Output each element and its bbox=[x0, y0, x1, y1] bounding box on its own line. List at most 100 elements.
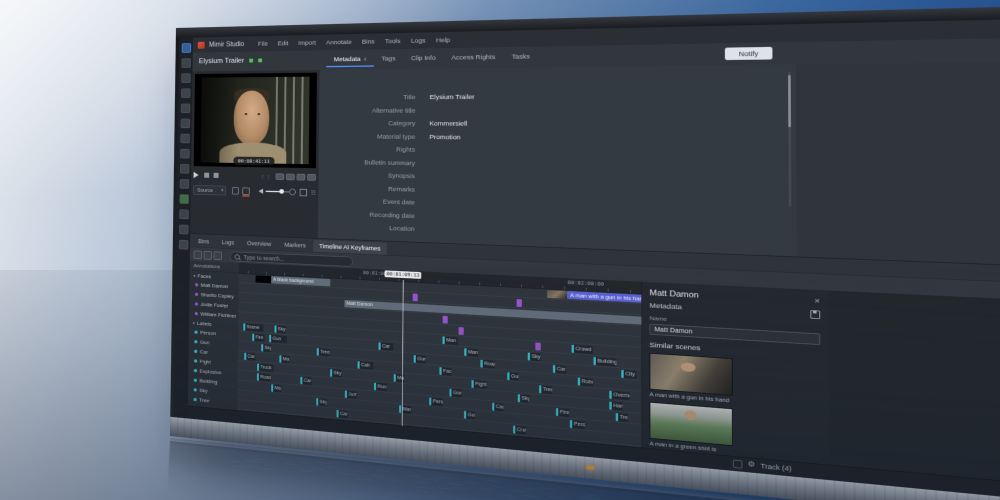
dock-app-icon[interactable] bbox=[181, 43, 190, 53]
dock-app-icon[interactable] bbox=[180, 134, 189, 144]
dock-app-icon[interactable] bbox=[179, 194, 188, 204]
dock-app-icon[interactable] bbox=[181, 104, 190, 113]
save-icon[interactable] bbox=[810, 310, 820, 319]
timeline-clip[interactable]: Sky bbox=[518, 394, 529, 403]
goto-out-button[interactable] bbox=[307, 174, 316, 181]
tab-tasks[interactable]: Tasks bbox=[503, 49, 538, 65]
timeline-tab-logs[interactable]: Logs bbox=[216, 236, 240, 249]
field-value[interactable]: Elysium Trailer bbox=[430, 93, 475, 101]
timeline-clip[interactable]: Person bbox=[570, 420, 585, 429]
timeline-clip[interactable]: Tree bbox=[317, 348, 330, 356]
timeline-clip[interactable]: Man bbox=[464, 348, 478, 357]
timeline-clip[interactable]: Overhead bbox=[609, 391, 629, 401]
scene-thumbnail[interactable] bbox=[650, 402, 733, 446]
timeline-clip[interactable]: Car bbox=[300, 377, 311, 385]
timeline-clip[interactable]: Matt Damon bbox=[344, 300, 641, 325]
scene-thumbnail[interactable] bbox=[650, 353, 733, 396]
timeline-clip[interactable]: Car bbox=[553, 365, 566, 374]
field-value[interactable]: Kommersiell bbox=[429, 120, 467, 128]
notify-button[interactable]: Notify bbox=[725, 47, 773, 60]
more-options-icon[interactable]: ⋮⋮ bbox=[260, 173, 272, 179]
volume-knob[interactable] bbox=[279, 189, 284, 194]
play-button[interactable] bbox=[194, 172, 199, 178]
timeline-clip[interactable]: Run bbox=[374, 383, 387, 392]
timeline-clip[interactable]: Sky bbox=[261, 344, 271, 352]
tab-metadata[interactable]: Metadata4 bbox=[326, 52, 374, 67]
tag-icon[interactable] bbox=[204, 251, 212, 260]
timeline-clip[interactable]: Tree bbox=[616, 413, 628, 422]
timeline-clip[interactable]: Car bbox=[336, 410, 348, 418]
timeline-clip[interactable]: Sky bbox=[316, 398, 326, 406]
fullscreen-button[interactable] bbox=[300, 189, 307, 196]
video-preview[interactable]: 00:00:41:11 bbox=[194, 73, 317, 169]
timeline-clip[interactable]: Gun bbox=[269, 335, 287, 343]
similar-scene[interactable]: A man with a gun in his hand bbox=[650, 353, 732, 404]
prev-frame-button[interactable] bbox=[204, 173, 209, 178]
menu-import[interactable]: Import bbox=[298, 39, 316, 47]
timeline-clip[interactable]: Gun bbox=[464, 411, 475, 420]
timeline-clip[interactable]: Scene bbox=[243, 323, 263, 332]
settings-icon[interactable] bbox=[214, 251, 222, 260]
timeline-clip[interactable] bbox=[535, 342, 540, 350]
tab-tags[interactable]: Tags bbox=[374, 52, 403, 67]
dock-app-icon[interactable] bbox=[179, 209, 188, 219]
dock-app-icon[interactable] bbox=[181, 73, 190, 83]
timeline-clip[interactable]: Tree bbox=[539, 385, 552, 394]
timeline-clip[interactable] bbox=[547, 290, 567, 299]
layout-button[interactable]: ☷ bbox=[311, 189, 316, 195]
dock-app-icon[interactable] bbox=[180, 119, 189, 128]
playhead-timecode[interactable]: 00:01:09:13 bbox=[385, 270, 422, 279]
next-frame-button[interactable] bbox=[213, 173, 218, 178]
timeline-clip[interactable]: Man bbox=[442, 336, 457, 345]
timeline-clip[interactable]: A black background bbox=[271, 276, 330, 286]
timeline-clip[interactable]: Car bbox=[492, 403, 503, 412]
tab-clip-info[interactable]: Clip Info bbox=[403, 51, 443, 66]
loop-button[interactable] bbox=[289, 189, 296, 196]
menu-file[interactable]: File bbox=[258, 40, 268, 47]
timeline-clip[interactable] bbox=[413, 293, 418, 301]
timeline-clip[interactable] bbox=[443, 316, 448, 324]
mark-in-button[interactable] bbox=[276, 173, 285, 180]
timeline-clip[interactable]: Road bbox=[480, 360, 494, 369]
timeline-clip[interactable]: Road bbox=[257, 373, 271, 381]
menu-edit[interactable]: Edit bbox=[278, 40, 289, 47]
dock-app-icon[interactable] bbox=[179, 179, 188, 189]
field-value[interactable]: Promotion bbox=[429, 133, 460, 141]
timeline-clip[interactable]: Gun bbox=[449, 389, 461, 398]
marker-button[interactable] bbox=[232, 187, 239, 194]
timeline-clip[interactable]: City bbox=[621, 370, 636, 379]
timeline-clip[interactable]: Man bbox=[279, 355, 289, 363]
goto-in-button[interactable] bbox=[297, 174, 306, 181]
timeline-clip[interactable]: Jump bbox=[345, 390, 357, 398]
dock-app-icon[interactable] bbox=[180, 164, 189, 174]
menu-annotate[interactable]: Annotate bbox=[326, 38, 352, 46]
timeline-clip[interactable]: Person bbox=[429, 397, 443, 406]
timeline-clip[interactable] bbox=[256, 275, 272, 283]
gear-icon[interactable]: ⚙ bbox=[747, 460, 755, 470]
volume-slider[interactable] bbox=[266, 191, 290, 193]
timeline-clip[interactable]: A man with a gun in his hand bbox=[567, 291, 641, 303]
mark-out-button[interactable] bbox=[286, 174, 295, 181]
timeline-clip[interactable]: Car bbox=[378, 342, 393, 350]
dock-app-icon[interactable] bbox=[181, 88, 190, 97]
dock-app-icon[interactable] bbox=[181, 58, 190, 68]
record-button[interactable] bbox=[243, 187, 250, 194]
source-dropdown[interactable]: Source▾ bbox=[193, 185, 226, 195]
timeline-clip[interactable]: Sky bbox=[274, 325, 285, 333]
filter-icon[interactable] bbox=[194, 251, 202, 260]
timeline-clip[interactable]: Fire bbox=[252, 334, 264, 342]
timeline-tab-bins[interactable]: Bins bbox=[193, 235, 215, 247]
menu-tools[interactable]: Tools bbox=[385, 37, 400, 45]
menu-help[interactable]: Help bbox=[436, 36, 450, 44]
dock-app-icon[interactable] bbox=[180, 149, 189, 159]
menu-bins[interactable]: Bins bbox=[362, 38, 375, 46]
tab-access-rights[interactable]: Access Rights bbox=[443, 50, 503, 66]
close-icon[interactable]: × bbox=[814, 297, 820, 306]
timeline-clip[interactable] bbox=[459, 327, 464, 335]
dock-app-icon[interactable] bbox=[179, 240, 188, 250]
timeline-clip[interactable]: Building bbox=[594, 357, 617, 367]
timeline-clip[interactable]: Gun bbox=[507, 372, 518, 381]
timeline-clip[interactable]: Man bbox=[399, 405, 411, 414]
status-icon[interactable] bbox=[733, 459, 742, 468]
speaker-icon[interactable] bbox=[258, 189, 263, 194]
